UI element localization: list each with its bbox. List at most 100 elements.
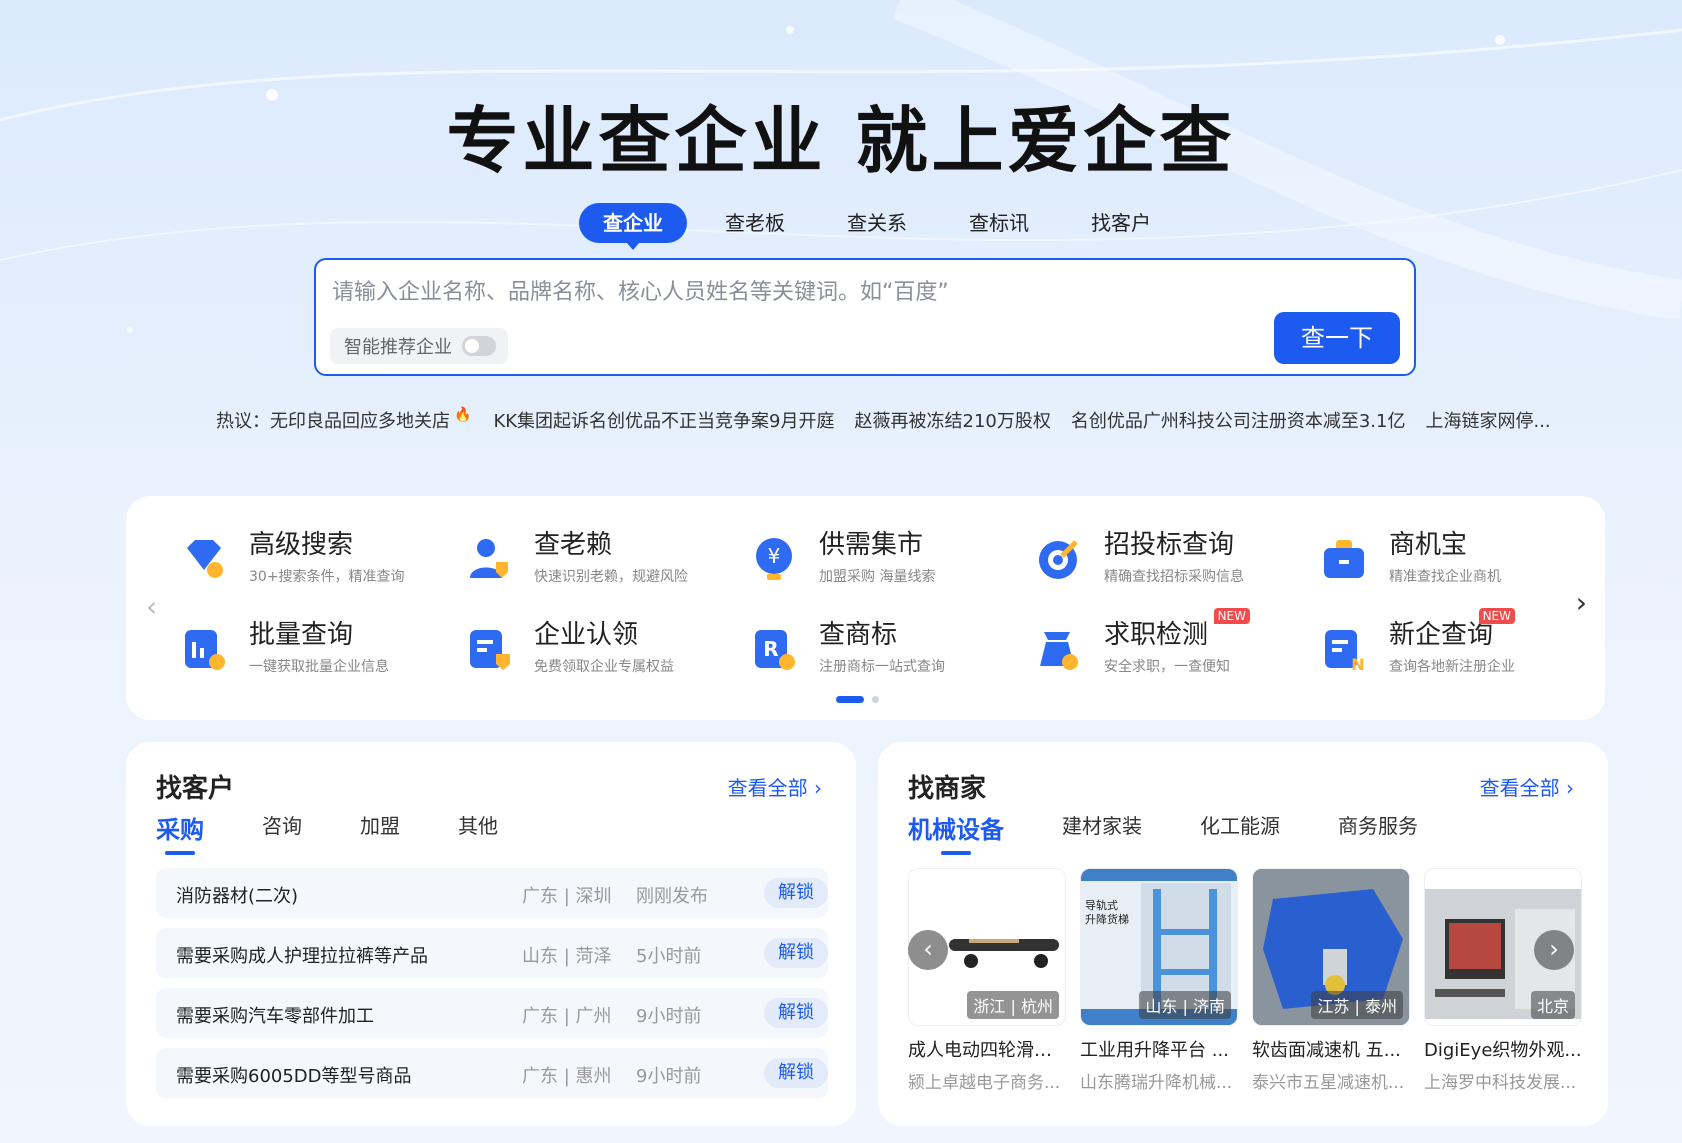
product-card[interactable]: 导轨式 升降货梯 山东 | 济南 工业用升降平台 ... 山东腾瑞升降机械... — [1080, 868, 1238, 1093]
tool-desc: 快速识别老赖，规避风险 — [534, 569, 688, 585]
hot-item[interactable]: 名创优品广州科技公司注册资本减至3.1亿 — [1071, 407, 1406, 433]
tool-trademark[interactable]: R 查商标 注册商标一站式查询 — [751, 618, 945, 676]
unlock-button[interactable]: 解锁 — [764, 998, 828, 1028]
tool-market[interactable]: ¥ 供需集市加盟采购 海量线索 — [751, 528, 935, 586]
batch-search-icon — [185, 630, 225, 670]
list-item[interactable]: 需要采购汽车零部件加工 广东 | 广州 9小时前 解锁 — [156, 988, 828, 1038]
product-name: 工业用升降平台 ... — [1080, 1040, 1229, 1061]
product-card[interactable]: 浙江 | 杭州 成人电动四轮滑板... 颍上卓越电子商务... — [908, 868, 1066, 1093]
new-badge: NEW — [1478, 608, 1515, 624]
tab-franchise[interactable]: 加盟 — [360, 810, 400, 855]
hot-item[interactable]: 上海链家网停... — [1425, 407, 1550, 433]
hot-item[interactable]: KK集团起诉名创优品不正当竞争案9月开庭 — [493, 407, 834, 433]
view-all-link[interactable]: 查看全部 › — [728, 772, 822, 801]
tool-claim[interactable]: 企业认领 免费领取企业专属权益 — [466, 618, 674, 676]
item-title: 消防器材(二次) — [176, 886, 299, 907]
person-shield-icon — [470, 539, 508, 578]
product-company: 山东腾瑞升降机械... — [1080, 1073, 1233, 1093]
tab-company[interactable]: 查企业 — [579, 203, 687, 250]
merchant-tabs: 机械设备 建材家装 化工能源 商务服务 — [908, 810, 1476, 855]
unlock-button[interactable]: 解锁 — [764, 878, 828, 908]
hot-item[interactable]: 无印良品回应多地关店 — [270, 407, 450, 433]
product-card[interactable]: 北京 DigiEye织物外观... 上海罗中科技发展... — [1424, 868, 1582, 1093]
yuan-bulb-icon: ¥ — [756, 538, 792, 580]
unlock-button[interactable]: 解锁 — [764, 1058, 828, 1088]
target-icon — [1039, 540, 1078, 579]
item-time: 9小时前 — [636, 1066, 702, 1087]
tab-relation[interactable]: 查关系 — [823, 203, 931, 243]
tool-name: 商机宝 — [1389, 530, 1468, 560]
search-input[interactable] — [330, 274, 1234, 310]
find-merchants-panel: 找商家 查看全部 › 机械设备 建材家装 化工能源 商务服务 浙江 | 杭州 成… — [878, 742, 1608, 1126]
list-item[interactable]: 需要采购6005DD等型号商品 广东 | 惠州 9小时前 解锁 — [156, 1048, 828, 1098]
tool-name: 供需集市 — [819, 530, 924, 560]
tab-purchase[interactable]: 采购 — [156, 810, 204, 855]
tool-name: 求职检测 — [1104, 620, 1209, 650]
panel-title: 找客户 — [156, 774, 235, 804]
tool-debtor[interactable]: 查老赖 快速识别老赖，规避风险 — [466, 528, 688, 586]
tab-business-services[interactable]: 商务服务 — [1338, 810, 1418, 855]
tool-bidding[interactable]: 招投标查询 精确查找招标采购信息 — [1036, 528, 1244, 586]
tool-opportunity[interactable]: 商机宝 精准查找企业商机 — [1321, 528, 1501, 586]
new-company-icon: N — [1325, 630, 1365, 672]
smart-recommend-toggle[interactable]: 智能推荐企业 — [330, 328, 508, 364]
find-customers-panel: 找客户 查看全部 › 采购 咨询 加盟 其他 消防器材(二次) 广东 | 深圳 … — [126, 742, 856, 1126]
list-item[interactable]: 需要采购成人护理拉拉裤等产品 山东 | 菏泽 5小时前 解锁 — [156, 928, 828, 978]
carousel-dot[interactable] — [872, 696, 879, 703]
product-company: 颍上卓越电子商务... — [908, 1073, 1061, 1093]
tab-consult[interactable]: 咨询 — [262, 810, 302, 855]
tool-desc: 加盟采购 海量线索 — [819, 569, 936, 585]
chevron-left-icon[interactable]: ‹ — [146, 590, 157, 623]
unlock-button[interactable]: 解锁 — [764, 938, 828, 968]
tool-job-check[interactable]: 求职检测 安全求职，一查便知 NEW — [1036, 608, 1250, 676]
tab-building-materials[interactable]: 建材家装 — [1062, 810, 1142, 855]
carousel-next-button[interactable]: › — [1534, 930, 1574, 970]
tool-name: 招投标查询 — [1104, 530, 1235, 560]
toggle-switch[interactable] — [462, 336, 496, 356]
hot-item[interactable]: 赵薇再被冻结210万股权 — [855, 407, 1051, 433]
tool-new-company[interactable]: N 新企查询 查询各地新注册企业 NEW — [1321, 608, 1515, 676]
carousel-dot-active[interactable] — [836, 696, 864, 703]
tab-chemical-energy[interactable]: 化工能源 — [1200, 810, 1280, 855]
fire-icon: 🔥 — [454, 407, 472, 423]
tool-desc: 注册商标一站式查询 — [819, 659, 945, 675]
item-location: 广东 | 广州 — [522, 1006, 612, 1027]
hot-topics: 热议： 无印良品回应多地关店 🔥 KK集团起诉名创优品不正当竞争案9月开庭 赵薇… — [216, 407, 1571, 433]
tools-card: ‹ › 高级搜索 30+搜索条件，精准查询 查老赖 快速识别老赖，规避风险 ¥ 供需… — [126, 496, 1605, 720]
chevron-right-icon: › — [1566, 776, 1574, 800]
search-button[interactable]: 查一下 — [1274, 312, 1400, 364]
item-title: 需要采购6005DD等型号商品 — [176, 1066, 412, 1087]
svg-text:¥: ¥ — [768, 544, 781, 568]
svg-text:R: R — [763, 637, 778, 661]
tab-boss[interactable]: 查老板 — [701, 203, 809, 243]
search-tabs: 查企业 查老板 查关系 查标讯 找客户 — [579, 203, 1189, 250]
product-image: 江苏 | 泰州 — [1252, 868, 1410, 1026]
tool-desc: 查询各地新注册企业 — [1389, 659, 1515, 675]
tool-desc: 安全求职，一查便知 — [1104, 659, 1230, 675]
product-location: 江苏 | 泰州 — [1311, 991, 1403, 1019]
tool-batch[interactable]: 批量查询 一键获取批量企业信息 — [181, 618, 389, 676]
tab-bid[interactable]: 查标讯 — [945, 203, 1053, 243]
list-item[interactable]: 消防器材(二次) 广东 | 深圳 刚刚发布 解锁 — [156, 868, 828, 918]
chevron-right-icon: › — [814, 776, 822, 800]
view-all-label: 查看全部 — [727, 776, 808, 800]
tool-advanced-search[interactable]: 高级搜索 30+搜索条件，精准查询 — [181, 528, 405, 586]
chevron-right-icon[interactable]: › — [1576, 586, 1587, 619]
tool-name: 批量查询 — [249, 620, 354, 650]
hero-title: 专业查企业 就上爱企查 — [446, 99, 1236, 183]
svg-text:N: N — [1351, 655, 1364, 672]
purchase-list: 消防器材(二次) 广东 | 深圳 刚刚发布 解锁 需要采购成人护理拉拉裤等产品 … — [156, 868, 828, 1108]
view-all-link[interactable]: 查看全部 › — [1480, 772, 1574, 801]
item-title: 需要采购成人护理拉拉裤等产品 — [176, 946, 428, 967]
item-location: 山东 | 菏泽 — [522, 946, 612, 967]
product-location: 山东 | 济南 — [1139, 991, 1231, 1019]
svg-text:升降货梯: 升降货梯 — [1085, 912, 1129, 926]
item-time: 刚刚发布 — [636, 886, 708, 907]
tab-machinery[interactable]: 机械设备 — [908, 810, 1004, 855]
tab-other[interactable]: 其他 — [458, 810, 498, 855]
tool-desc: 30+搜索条件，精准查询 — [249, 569, 405, 585]
product-card[interactable]: 江苏 | 泰州 软齿面减速机 五... 泰兴市五星减速机... — [1252, 868, 1410, 1093]
tab-find-customer[interactable]: 找客户 — [1067, 203, 1175, 243]
carousel-prev-button[interactable]: ‹ — [908, 930, 948, 970]
hot-prefix: 热议： — [216, 411, 270, 432]
